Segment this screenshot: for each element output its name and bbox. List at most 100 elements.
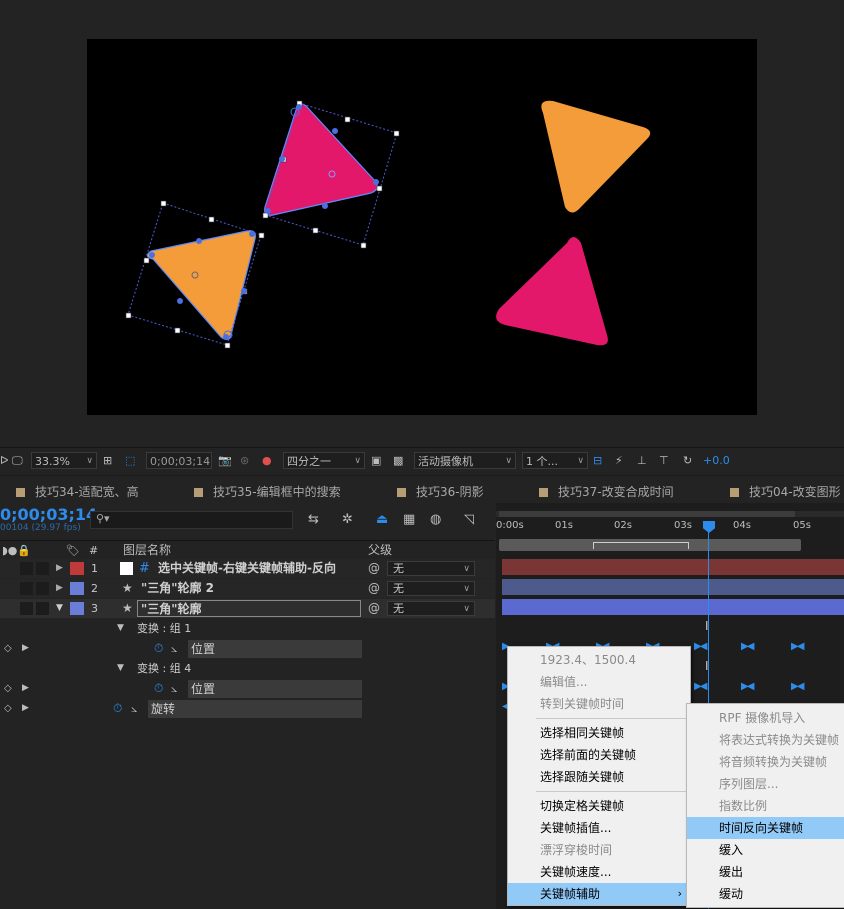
pickwhip-icon[interactable]: @ xyxy=(368,579,380,598)
layer-row[interactable]: ▶ 1 # 选中关键帧-右键关键帧辅助-反向 @ 无 ∨ xyxy=(0,559,495,578)
frame-blending-icon[interactable]: ▦ xyxy=(403,512,415,527)
pickwhip-icon[interactable]: @ xyxy=(368,559,380,578)
search-input[interactable]: ⚲▾ xyxy=(90,511,293,529)
lock-toggle[interactable] xyxy=(36,562,49,575)
submenu-item-exponential-scale[interactable]: 指数比例 xyxy=(687,795,844,817)
layer-name[interactable]: 选中关键帧-右键关键帧辅助-反向 xyxy=(158,559,336,578)
work-area-top[interactable] xyxy=(496,511,844,517)
collapse-arrow-icon[interactable]: ▼ xyxy=(56,599,63,618)
menu-item-rove-across-time[interactable]: 漂浮穿梭时间 xyxy=(508,839,690,861)
submenu-item-time-reverse-keyframes[interactable]: 时间反向关键帧 xyxy=(687,817,844,839)
expand-arrow-icon[interactable]: ▶ xyxy=(56,559,63,578)
toggle-pixel-aspect-icon[interactable]: ⊟ xyxy=(593,452,602,469)
keyframe-icon[interactable]: ▶◀ xyxy=(741,681,754,692)
parent-dropdown[interactable]: 无 ∨ xyxy=(387,561,475,576)
layer-bar-3[interactable] xyxy=(502,599,844,615)
menu-item-toggle-hold-keyframe[interactable]: 切换定格关键帧 xyxy=(508,795,690,817)
exposure-value[interactable]: +0.0 xyxy=(703,452,730,469)
rotation-property[interactable]: 旋转 xyxy=(148,700,362,718)
solo-toggle[interactable] xyxy=(20,582,33,595)
property-row[interactable]: ◇ ▶ ⏱ ⦣ 旋转 xyxy=(0,699,495,718)
graph-icon[interactable]: ⦣ xyxy=(171,639,177,658)
keyframe-diamond-icon[interactable]: ◇ xyxy=(4,679,12,698)
resolution-dropdown[interactable]: 四分之一 ∨ xyxy=(283,452,365,469)
submenu-item-convert-expression[interactable]: 将表达式转换为关键帧 xyxy=(687,729,844,751)
camera-snapshot-icon[interactable]: 📷 xyxy=(218,452,232,469)
property-row[interactable]: ◇ ▶ ⏱ ⦣ 位置 xyxy=(0,679,495,698)
property-row[interactable]: ◇ ▶ ⏱ ⦣ 位置 xyxy=(0,639,495,658)
group-row[interactable]: ▼ 变换 : 组 1 xyxy=(0,619,495,638)
transparency-grid-icon[interactable]: ▩ xyxy=(393,452,403,469)
menu-item-edit-value[interactable]: 编辑值... xyxy=(508,671,690,693)
collapse-arrow-icon[interactable]: ▼ xyxy=(117,659,124,678)
submenu-item-convert-audio[interactable]: 将音频转换为关键帧 xyxy=(687,751,844,773)
col-layer-name[interactable]: 图层名称 xyxy=(123,541,171,560)
menu-item-select-following-keyframes[interactable]: 选择跟随关键帧 xyxy=(508,766,690,788)
keyframe-diamond-icon[interactable]: ◇ xyxy=(4,699,12,718)
keyframe-icon[interactable]: ▶◀ xyxy=(791,681,804,692)
pickwhip-icon[interactable]: @ xyxy=(368,599,380,618)
monitor-icon[interactable]: 🖵 xyxy=(12,452,23,469)
graph-icon[interactable]: ⦣ xyxy=(171,679,177,698)
expand-arrow-icon[interactable]: ▶ xyxy=(56,579,63,598)
shy-layers-icon[interactable]: ⏏ xyxy=(376,512,388,527)
graph-editor-icon[interactable]: ◹ xyxy=(464,512,474,527)
keyframe-icon[interactable]: ▶◀ xyxy=(741,641,754,652)
safe-zones-icon[interactable]: ⊞ xyxy=(103,452,112,469)
keyframe-icon[interactable]: ▶◀ xyxy=(694,641,707,652)
submenu-item-sequence-layers[interactable]: 序列图层... xyxy=(687,773,844,795)
solo-toggle[interactable] xyxy=(20,602,33,615)
keyframe-diamond-icon[interactable]: ◇ xyxy=(4,639,12,658)
tab-comp-35[interactable]: 技巧35-编辑框中的搜索 xyxy=(194,483,341,500)
label-color[interactable] xyxy=(70,582,84,595)
next-keyframe-icon[interactable]: ▶ xyxy=(22,639,29,658)
show-snapshot-icon[interactable]: ⊛ xyxy=(240,452,249,469)
lock-toggle[interactable] xyxy=(36,602,49,615)
composition-viewer[interactable] xyxy=(0,0,844,447)
layer-row-selected[interactable]: ▼ 3 ★ "三角"轮廓 @ 无 ∨ xyxy=(0,599,495,618)
parent-dropdown[interactable]: 无 ∨ xyxy=(387,581,475,596)
region-of-interest-icon[interactable]: ▣ xyxy=(371,452,381,469)
channel-icon[interactable]: ● xyxy=(262,452,272,469)
tab-comp-37[interactable]: 技巧37-改变合成时间 xyxy=(539,483,674,500)
tab-comp-36[interactable]: 技巧36-阴影 xyxy=(397,483,484,500)
menu-item-goto-keyframe-time[interactable]: 转到关键帧时间 xyxy=(508,693,690,715)
position-property[interactable]: 位置 xyxy=(188,680,362,698)
keyframe-icon[interactable]: ▶◀ xyxy=(694,681,707,692)
layer-bar-2[interactable] xyxy=(502,579,844,595)
work-area-bar[interactable] xyxy=(499,539,801,551)
toggle-icon[interactable]: ᐅ xyxy=(0,452,8,469)
composition-canvas[interactable] xyxy=(87,39,757,415)
camera-dropdown[interactable]: 活动摄像机 ∨ xyxy=(414,452,516,469)
label-color[interactable] xyxy=(70,602,84,615)
comp-mini-flowchart-icon[interactable]: ⇆ xyxy=(308,512,319,527)
stopwatch-icon[interactable]: ⏱ xyxy=(154,639,163,658)
layer-name[interactable]: "三角"轮廓 2 xyxy=(141,579,214,598)
mask-visibility-icon[interactable]: ⬚ xyxy=(125,452,135,469)
tab-comp-34[interactable]: 技巧34-适配宽、高 xyxy=(16,483,139,500)
flowchart-icon[interactable]: ⊤ xyxy=(659,452,669,469)
timecode-field[interactable]: 0;00;03;14 xyxy=(146,452,212,469)
zoom-dropdown[interactable]: 33.3% ∨ xyxy=(31,452,97,469)
label-color[interactable] xyxy=(70,562,84,575)
submenu-item-rpf-camera-import[interactable]: RPF 摄像机导入 xyxy=(687,707,844,729)
motion-blur-icon[interactable]: ◍ xyxy=(430,512,441,527)
collapse-arrow-icon[interactable]: ▼ xyxy=(117,619,124,638)
group-row[interactable]: ▼ 变换 : 组 4 xyxy=(0,659,495,678)
layer-name-edit[interactable]: "三角"轮廓 xyxy=(137,600,361,617)
parent-dropdown[interactable]: 无 ∨ xyxy=(387,601,475,616)
draft-3d-icon[interactable]: ✲ xyxy=(342,512,353,527)
next-keyframe-icon[interactable]: ▶ xyxy=(22,699,29,718)
submenu-item-easy-ease-in[interactable]: 缓入 xyxy=(687,839,844,861)
fast-previews-icon[interactable]: ⚡ xyxy=(615,452,623,469)
solo-toggle[interactable] xyxy=(20,562,33,575)
submenu-item-easy-ease-out[interactable]: 缓出 xyxy=(687,861,844,883)
menu-item-select-previous-keyframes[interactable]: 选择前面的关键帧 xyxy=(508,744,690,766)
stopwatch-icon[interactable]: ⏱ xyxy=(154,679,163,698)
menu-item-keyframe-interpolation[interactable]: 关键帧插值... xyxy=(508,817,690,839)
timeline-icon[interactable]: ⊥ xyxy=(637,452,647,469)
keyframe-icon[interactable]: ▶◀ xyxy=(791,641,804,652)
next-keyframe-icon[interactable]: ▶ xyxy=(22,679,29,698)
menu-item-keyframe-assistant[interactable]: 关键帧辅助 › xyxy=(508,883,690,905)
exposure-reset-icon[interactable]: ↻ xyxy=(683,452,692,469)
